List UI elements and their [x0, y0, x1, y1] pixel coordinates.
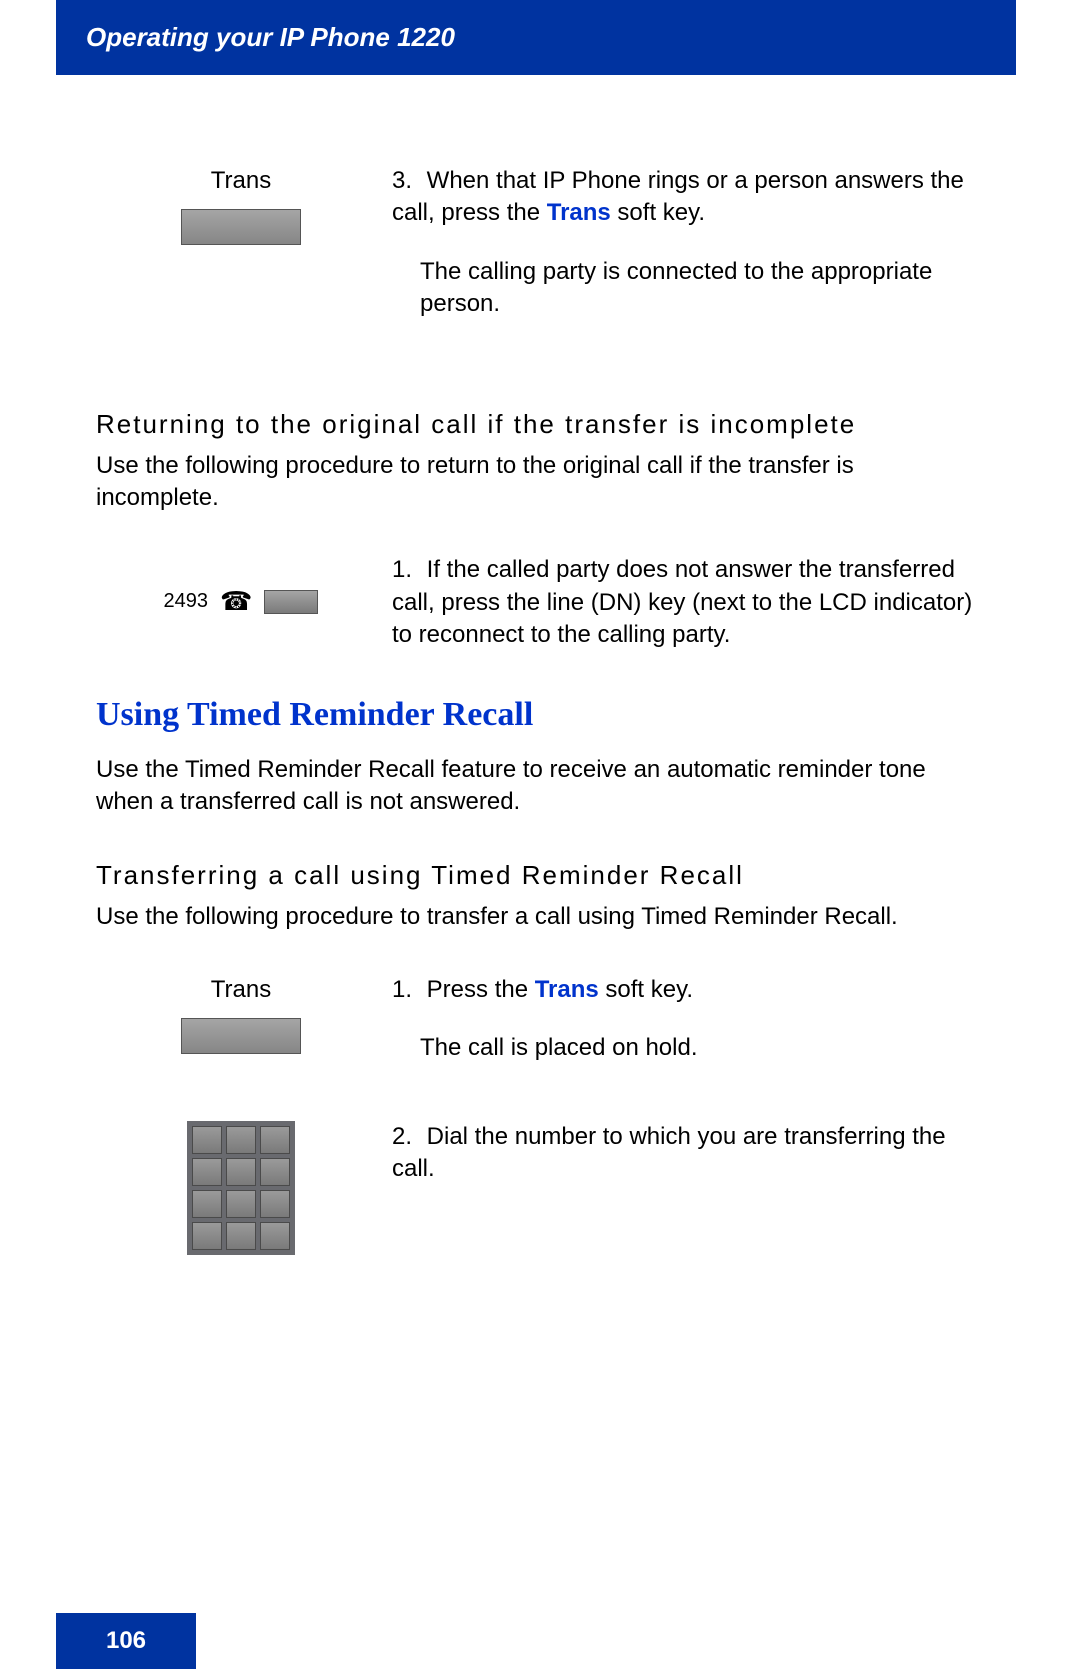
softkey-button-icon — [181, 209, 301, 245]
keypad-key — [226, 1158, 256, 1186]
keypad-key — [192, 1222, 222, 1250]
softkey-label: Trans — [96, 165, 386, 197]
line-key-button-icon — [264, 590, 318, 614]
step3-number: 3. — [392, 165, 420, 197]
tr-step1-post: soft key. — [599, 976, 693, 1003]
page-number: 106 — [106, 1627, 146, 1655]
keypad-key — [226, 1190, 256, 1218]
keypad-key — [192, 1190, 222, 1218]
keypad-key — [226, 1126, 256, 1154]
keypad-key — [260, 1190, 290, 1218]
line-step-body: If the called party does not answer the … — [392, 556, 972, 648]
keypad-key — [260, 1222, 290, 1250]
step3-right: 3. When that IP Phone rings or a person … — [386, 165, 976, 347]
page-footer: 106 — [56, 1613, 196, 1669]
section-body-timed: Use the Timed Reminder Recall feature to… — [96, 754, 976, 819]
keypad-key — [192, 1158, 222, 1186]
tr-step-row-1: Trans 1. Press the Trans soft key. The c… — [96, 974, 976, 1091]
subheading-transfer: Transferring a call using Timed Reminder… — [96, 858, 976, 893]
tr-step2-left — [96, 1121, 386, 1255]
line-step-text: 1. If the called party does not answer t… — [392, 554, 976, 651]
keypad-key — [226, 1222, 256, 1250]
section-heading-timed: Using Timed Reminder Recall — [96, 692, 976, 738]
page-header-title: Operating your IP Phone 1220 — [86, 22, 455, 52]
line-step-right: 1. If the called party does not answer t… — [386, 554, 976, 651]
subheading-transfer-body: Use the following procedure to transfer … — [96, 901, 976, 933]
line-step-row: 2493 ☎ 1. If the called party does not a… — [96, 554, 976, 651]
tr-step1-text: 1. Press the Trans soft key. — [392, 974, 976, 1006]
step-row-3: Trans 3. When that IP Phone rings or a p… — [96, 165, 976, 347]
line-step-left: 2493 ☎ — [96, 554, 386, 651]
tr-step1-left: Trans — [96, 974, 386, 1091]
tr-step2-text: 2. Dial the number to which you are tran… — [392, 1121, 976, 1186]
tr-step1-right: 1. Press the Trans soft key. The call is… — [386, 974, 976, 1091]
step3-text-a: 3. When that IP Phone rings or a person … — [392, 165, 976, 230]
tr-step1-number: 1. — [392, 974, 420, 1006]
page-content: Trans 3. When that IP Phone rings or a p… — [56, 75, 1016, 1255]
step3-text-b: The calling party is connected to the ap… — [392, 256, 976, 321]
line-key-icon: 2493 ☎ — [96, 584, 386, 619]
tr-step2-number: 2. — [392, 1121, 420, 1153]
line-key-extension: 2493 — [164, 588, 209, 615]
step3-left: Trans — [96, 165, 386, 347]
line-step-number: 1. — [392, 554, 420, 586]
keypad-key — [192, 1126, 222, 1154]
step3-text-em: Trans — [547, 199, 611, 226]
tr-step2-body: Dial the number to which you are transfe… — [392, 1123, 946, 1182]
step3-text-post: soft key. — [611, 199, 705, 226]
softkey-button-icon-2 — [181, 1018, 301, 1054]
tr-step2-right: 2. Dial the number to which you are tran… — [386, 1121, 976, 1255]
page-container: Operating your IP Phone 1220 Trans 3. Wh… — [56, 0, 1016, 1669]
keypad-key — [260, 1158, 290, 1186]
page-header: Operating your IP Phone 1220 — [56, 0, 1016, 75]
tr-step-row-2: 2. Dial the number to which you are tran… — [96, 1121, 976, 1255]
tr-step1-text-b: The call is placed on hold. — [392, 1032, 976, 1064]
keypad-icon — [187, 1121, 295, 1255]
subheading-return: Returning to the original call if the tr… — [96, 407, 976, 442]
subheading-return-body: Use the following procedure to return to… — [96, 450, 976, 515]
tr-step1-pre: Press the — [427, 976, 535, 1003]
softkey-label-2: Trans — [96, 974, 386, 1006]
keypad-key — [260, 1126, 290, 1154]
tr-step1-em: Trans — [535, 976, 599, 1003]
phone-icon: ☎ — [220, 584, 252, 619]
